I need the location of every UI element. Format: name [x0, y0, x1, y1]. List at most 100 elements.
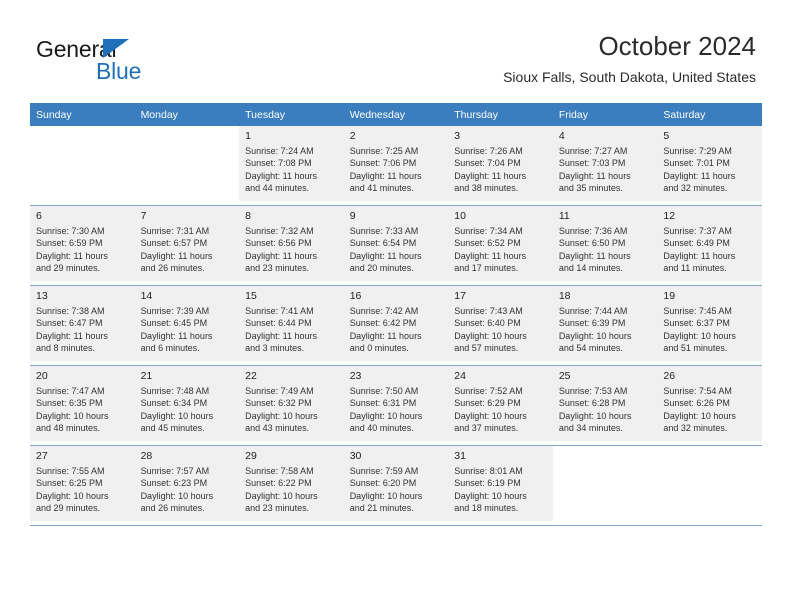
calendar-day-cell[interactable]: 29 Sunrise: 7:58 AM Sunset: 6:22 PM Dayligh… — [239, 445, 344, 526]
sunset-text: Sunset: 6:22 PM — [245, 478, 312, 489]
calendar-cell-inner: 6 Sunrise: 7:30 AM Sunset: 6:59 PM Daylight… — [30, 206, 135, 281]
sunrise-text: Sunrise: 7:52 AM — [454, 386, 523, 396]
calendar-cell-inner: 16 Sunrise: 7:42 AM Sunset: 6:42 PM Dayligh… — [343, 286, 449, 361]
daylight-text-line1: Daylight: 11 hours — [454, 250, 527, 261]
calendar-day-cell[interactable]: 4 Sunrise: 7:27 AM Sunset: 7:03 PM Daylight… — [552, 126, 658, 206]
calendar-day-cell[interactable]: 22 Sunrise: 7:49 AM Sunset: 6:32 PM Dayligh… — [239, 365, 344, 446]
sunrise-text: Sunrise: 7:31 AM — [140, 226, 210, 236]
sunrise-text: Sunrise: 7:55 AM — [36, 466, 105, 476]
calendar-day-cell[interactable]: 6 Sunrise: 7:30 AM Sunset: 6:59 PM Daylight… — [30, 205, 135, 286]
calendar-day-cell[interactable]: 28 Sunrise: 7:57 AM Sunset: 6:23 PM Dayligh… — [134, 445, 240, 526]
sunrise-text: Sunrise: 7:30 AM — [36, 226, 105, 236]
calendar-cell-inner: 10 Sunrise: 7:34 AM Sunset: 6:52 PM Dayligh… — [448, 206, 553, 281]
calendar-day-cell[interactable]: 5 Sunrise: 7:29 AM Sunset: 7:01 PM Daylight… — [657, 126, 762, 206]
calendar-day-cell[interactable]: 17 Sunrise: 7:43 AM Sunset: 6:40 PM Dayligh… — [448, 285, 553, 366]
calendar-day-cell[interactable]: 14 Sunrise: 7:39 AM Sunset: 6:45 PM Dayligh… — [134, 285, 240, 366]
calendar-day-cell[interactable]: 20 Sunrise: 7:47 AM Sunset: 6:35 PM Dayligh… — [30, 365, 135, 446]
calendar-day-cell[interactable]: 10 Sunrise: 7:34 AM Sunset: 6:52 PM Dayligh… — [448, 205, 553, 286]
daylight-text-line2: and 3 minutes. — [245, 343, 305, 354]
calendar-day-cell[interactable]: 19 Sunrise: 7:45 AM Sunset: 6:37 PM Dayligh… — [657, 285, 762, 366]
daylight-text-line1: Daylight: 10 hours — [558, 330, 632, 341]
calendar-cell-inner — [135, 126, 240, 201]
title-block: October 2024 Sioux Falls, South Dakota, … — [503, 30, 756, 86]
calendar-day-cell[interactable]: 15 Sunrise: 7:41 AM Sunset: 6:44 PM Dayligh… — [239, 285, 344, 366]
day-number: 10 — [454, 210, 466, 222]
sunset-text: Sunset: 6:28 PM — [558, 398, 626, 409]
calendar-cell-inner: 2 Sunrise: 7:25 AM Sunset: 7:06 PM Daylight… — [343, 126, 449, 201]
calendar-day-cell[interactable]: 9 Sunrise: 7:33 AM Sunset: 6:54 PM Daylight… — [343, 205, 449, 286]
calendar-cell-inner: 27 Sunrise: 7:55 AM Sunset: 6:25 PM Dayligh… — [30, 446, 135, 521]
sunset-text: Sunset: 6:37 PM — [663, 318, 730, 329]
calendar-cell-inner: 31 Sunrise: 8:01 AM Sunset: 6:19 PM Dayligh… — [448, 446, 553, 521]
daylight-text-line1: Daylight: 10 hours — [663, 330, 736, 341]
sunrise-text: Sunrise: 7:53 AM — [558, 386, 628, 396]
brand-logo[interactable]: General Blue — [36, 36, 236, 88]
day-number: 8 — [245, 210, 251, 222]
day-number: 26 — [663, 370, 676, 382]
sunrise-text: Sunrise: 7:27 AM — [558, 146, 628, 156]
day-number: 3 — [454, 130, 461, 142]
calendar-cell-inner — [657, 446, 762, 521]
daylight-text-line2: and 54 minutes. — [558, 343, 623, 354]
calendar-day-cell[interactable]: 24 Sunrise: 7:52 AM Sunset: 6:29 PM Dayligh… — [448, 365, 553, 446]
calendar-day-cell[interactable]: 12 Sunrise: 7:37 AM Sunset: 6:49 PM Dayligh… — [657, 205, 762, 286]
daylight-text-line2: and 48 minutes. — [36, 423, 101, 434]
calendar-day-cell[interactable]: 8 Sunrise: 7:32 AM Sunset: 6:56 PM Daylight… — [239, 205, 344, 286]
sunset-text: Sunset: 6:40 PM — [454, 318, 521, 329]
triangle-logo-icon — [103, 39, 129, 58]
calendar-day-cell[interactable]: 13 Sunrise: 7:38 AM Sunset: 6:47 PM Dayligh… — [30, 285, 135, 366]
sunrise-text: Sunrise: 7:29 AM — [663, 146, 732, 156]
calendar-day-cell[interactable]: 11 Sunrise: 7:36 AM Sunset: 6:50 PM Dayligh… — [552, 205, 658, 286]
calendar-cell-inner: 18 Sunrise: 7:44 AM Sunset: 6:39 PM Dayligh… — [552, 286, 658, 361]
sunrise-text: Sunrise: 7:25 AM — [349, 146, 419, 156]
sunset-text: Sunset: 6:23 PM — [140, 478, 208, 489]
calendar-week-row: 27 Sunrise: 7:55 AM Sunset: 6:25 PM Dayligh… — [30, 445, 762, 526]
sunset-text: Sunset: 7:08 PM — [245, 158, 312, 169]
calendar-header-row: Sunday Monday Tuesday Wednesday Thursday… — [30, 104, 762, 126]
calendar-cell-inner: 4 Sunrise: 7:27 AM Sunset: 7:03 PM Daylight… — [552, 126, 658, 201]
daylight-text-line2: and 40 minutes. — [349, 423, 414, 434]
calendar-day-cell[interactable]: 16 Sunrise: 7:42 AM Sunset: 6:42 PM Dayligh… — [343, 285, 449, 366]
sunset-text: Sunset: 6:19 PM — [454, 478, 521, 489]
calendar-day-cell[interactable]: 1 Sunrise: 7:24 AM Sunset: 7:08 PM Daylight… — [239, 126, 344, 206]
sunrise-text: Sunrise: 7:43 AM — [454, 306, 523, 316]
calendar-day-cell[interactable]: 26 Sunrise: 7:54 AM Sunset: 6:26 PM Dayligh… — [657, 365, 762, 446]
sunrise-text: Sunrise: 7:48 AM — [140, 386, 210, 396]
calendar-day-cell[interactable]: 23 Sunrise: 7:50 AM Sunset: 6:31 PM Dayligh… — [343, 365, 449, 446]
sunset-text: Sunset: 6:49 PM — [663, 238, 730, 249]
daylight-text-line1: Daylight: 11 hours — [349, 330, 422, 341]
daylight-text-line1: Daylight: 11 hours — [349, 250, 422, 261]
day-number: 9 — [349, 210, 356, 222]
calendar-day-cell[interactable]: 7 Sunrise: 7:31 AM Sunset: 6:57 PM Daylight… — [134, 205, 240, 286]
daylight-text-line1: Daylight: 10 hours — [36, 410, 109, 421]
sunset-text: Sunset: 6:52 PM — [454, 238, 521, 249]
calendar-day-cell[interactable]: 18 Sunrise: 7:44 AM Sunset: 6:39 PM Dayligh… — [552, 285, 658, 366]
calendar-day-cell[interactable]: 2 Sunrise: 7:25 AM Sunset: 7:06 PM Daylight… — [343, 126, 449, 206]
calendar-cell-inner: 19 Sunrise: 7:45 AM Sunset: 6:37 PM Dayligh… — [657, 286, 762, 361]
day-number: 17 — [454, 290, 466, 302]
sunset-text: Sunset: 6:39 PM — [558, 318, 626, 329]
calendar-day-cell[interactable]: 21 Sunrise: 7:48 AM Sunset: 6:34 PM Dayligh… — [134, 365, 240, 446]
day-number: 15 — [245, 290, 257, 302]
sunrise-text: Sunrise: 7:32 AM — [245, 226, 314, 236]
calendar-day-cell[interactable]: 3 Sunrise: 7:26 AM Sunset: 7:04 PM Daylight… — [448, 126, 553, 206]
daylight-text-line2: and 17 minutes. — [454, 263, 519, 274]
daylight-text-line2: and 8 minutes. — [36, 343, 96, 354]
daylight-text-line2: and 23 minutes. — [245, 503, 310, 514]
calendar-day-cell[interactable]: 31 Sunrise: 8:01 AM Sunset: 6:19 PM Dayligh… — [448, 445, 553, 526]
sunrise-text: Sunrise: 7:37 AM — [663, 226, 732, 236]
sunrise-text: Sunrise: 7:39 AM — [140, 306, 210, 316]
calendar-day-cell[interactable]: 27 Sunrise: 7:55 AM Sunset: 6:25 PM Dayligh… — [30, 445, 135, 526]
daylight-text-line1: Daylight: 11 hours — [36, 250, 108, 261]
calendar-day-cell[interactable]: 25 Sunrise: 7:53 AM Sunset: 6:28 PM Dayligh… — [552, 365, 658, 446]
page-title: October 2024 — [598, 31, 756, 61]
daylight-text-line2: and 26 minutes. — [140, 503, 205, 514]
day-number: 31 — [454, 450, 466, 462]
brand-name-blue: Blue — [96, 58, 142, 84]
daylight-text-line1: Daylight: 10 hours — [454, 330, 527, 341]
calendar-week-row: 6 Sunrise: 7:30 AM Sunset: 6:59 PM Daylight… — [30, 205, 762, 286]
calendar-cell-inner: 15 Sunrise: 7:41 AM Sunset: 6:44 PM Dayligh… — [239, 286, 344, 361]
calendar-page: General Blue October 2024 Sioux Falls, S… — [0, 0, 792, 612]
calendar-day-cell[interactable]: 30 Sunrise: 7:59 AM Sunset: 6:20 PM Dayligh… — [343, 445, 449, 526]
day-number: 28 — [140, 450, 153, 462]
